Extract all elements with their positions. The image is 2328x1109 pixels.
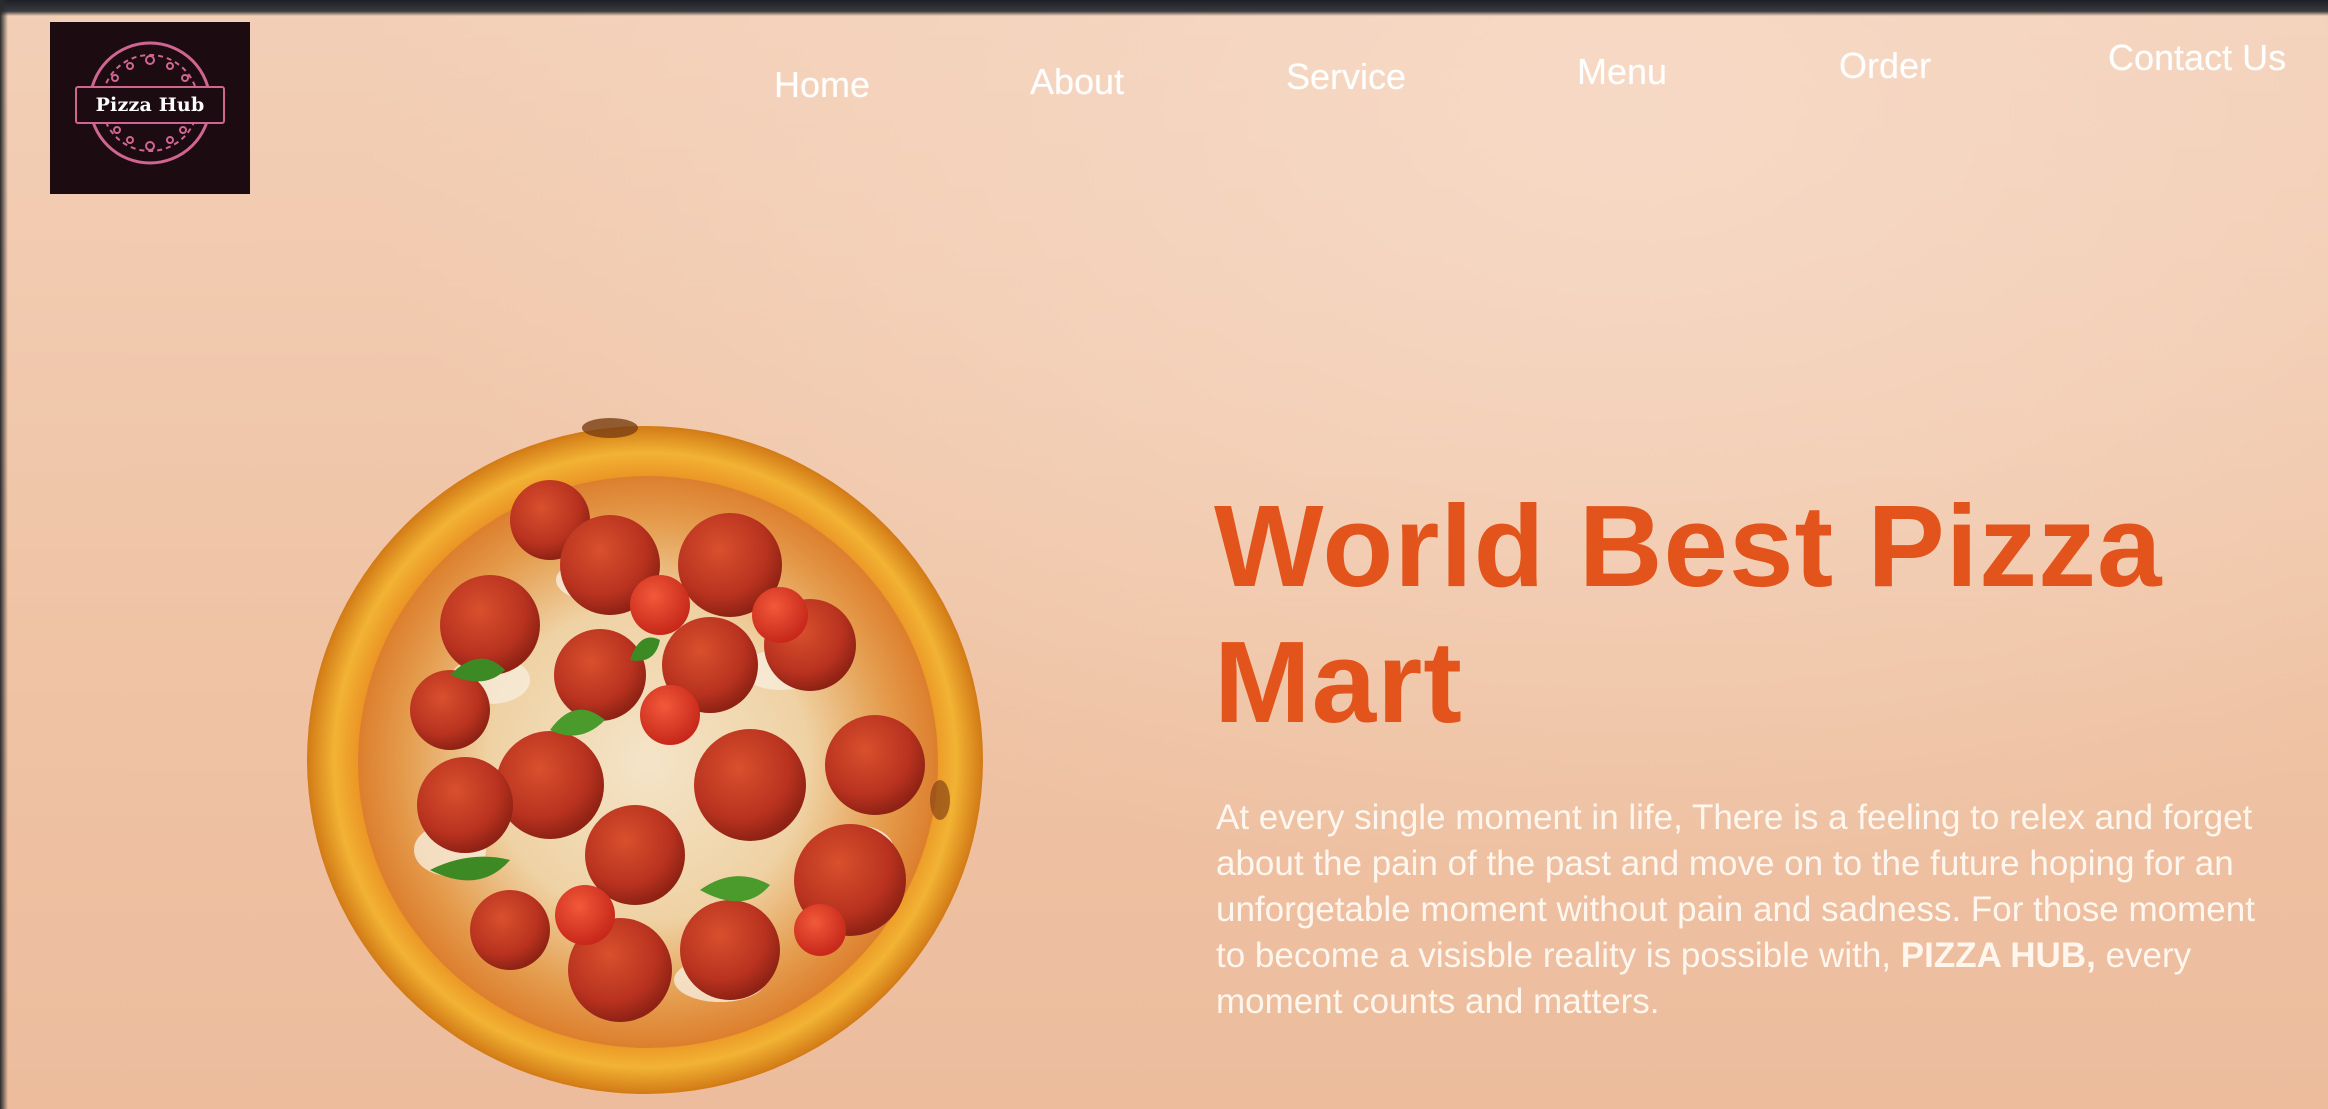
screen-bezel-top [0,0,2328,16]
hero-description: At every single moment in life, There is… [1216,795,2276,1025]
nav-home[interactable]: Home [774,64,870,106]
hero-title: World Best Pizza Mart [1214,481,2163,747]
nav-menu[interactable]: Menu [1577,51,1667,93]
nav-service[interactable]: Service [1286,56,1406,98]
nav-contact-us[interactable]: Contact Us [2108,37,2286,79]
nav-order[interactable]: Order [1839,45,1931,87]
logo-mark: Pizza Hub [65,38,235,178]
brand-highlight: PIZZA HUB, [1900,936,2096,975]
screen-bezel-left [0,0,8,1109]
pepperoni-pizza-image [307,418,983,1094]
pizza-hub-logo[interactable]: Pizza Hub [50,22,250,194]
hero-description-intro: At every single moment in life, There is… [1216,798,2255,975]
logo-text: Pizza Hub [75,86,225,124]
nav-about[interactable]: About [1030,61,1124,103]
